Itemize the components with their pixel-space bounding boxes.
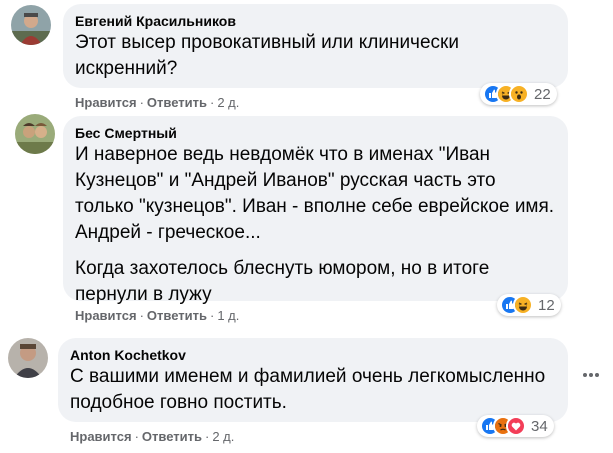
more-options-icon[interactable] — [583, 373, 599, 377]
comment-bubble: Anton Kochetkov С вашими именем и фамили… — [58, 338, 568, 422]
avatar-photo-icon — [8, 338, 48, 378]
separator: · — [209, 308, 215, 323]
comment-paragraph: Когда захотелось блеснуть юмором, но в и… — [75, 258, 490, 305]
separator: · — [134, 429, 139, 444]
like-link[interactable]: Нравится — [70, 429, 132, 444]
wow-reaction-icon — [509, 84, 529, 104]
timestamp-link[interactable]: 2 д. — [212, 429, 234, 444]
comment-author[interactable]: Бес Смертный — [75, 124, 556, 142]
avatar-photo-icon — [11, 5, 51, 45]
comment-paragraph: С вашими именем и фамилией очень легкомы… — [70, 366, 546, 413]
dot — [583, 373, 587, 377]
reaction-count: 12 — [538, 296, 555, 314]
comment-paragraph: Этот высер провокативный или клинически … — [75, 32, 459, 79]
reply-link[interactable]: Ответить — [147, 308, 207, 323]
love-reaction-icon — [506, 416, 526, 436]
comment-text: С вашими именем и фамилией очень легкомы… — [70, 364, 556, 416]
avatar[interactable] — [11, 5, 51, 45]
comment-bubble: Евгений Красильников Этот высер провокат… — [63, 4, 568, 88]
comment-author[interactable]: Anton Kochetkov — [70, 346, 556, 364]
comment-paragraph: И наверное ведь невдомёк что в именах "И… — [75, 144, 555, 243]
avatar[interactable] — [15, 114, 55, 154]
comment-actions: Нравится · Ответить · 2 д. — [75, 95, 239, 111]
haha-reaction-icon — [513, 295, 533, 315]
separator: · — [204, 429, 210, 444]
separator: · — [209, 95, 215, 110]
dot — [595, 373, 599, 377]
comment-author[interactable]: Евгений Красильников — [75, 12, 556, 30]
reply-link[interactable]: Ответить — [142, 429, 202, 444]
reaction-count: 34 — [531, 417, 548, 435]
avatar-photo-icon — [15, 114, 55, 154]
separator: · — [139, 308, 144, 323]
timestamp-link[interactable]: 1 д. — [217, 308, 239, 323]
separator: · — [139, 95, 144, 110]
like-link[interactable]: Нравится — [75, 308, 137, 323]
avatar[interactable] — [8, 338, 48, 378]
reaction-summary[interactable]: 12 — [497, 294, 561, 316]
reaction-count: 22 — [534, 85, 551, 103]
timestamp-link[interactable]: 2 д. — [217, 95, 239, 110]
comment-actions: Нравится · Ответить · 2 д. — [70, 429, 234, 445]
comment-actions: Нравится · Ответить · 1 д. — [75, 308, 239, 324]
reaction-summary[interactable]: 22 — [480, 83, 557, 105]
reaction-summary[interactable]: 34 — [477, 415, 554, 437]
comment-bubble: Бес Смертный И наверное ведь невдомёк чт… — [63, 116, 568, 305]
comment-text: И наверное ведь невдомёк что в именах "И… — [75, 142, 556, 308]
dot — [589, 373, 593, 377]
like-link[interactable]: Нравится — [75, 95, 137, 110]
comment-text: Этот высер провокативный или клинически … — [75, 30, 556, 82]
reply-link[interactable]: Ответить — [147, 95, 207, 110]
